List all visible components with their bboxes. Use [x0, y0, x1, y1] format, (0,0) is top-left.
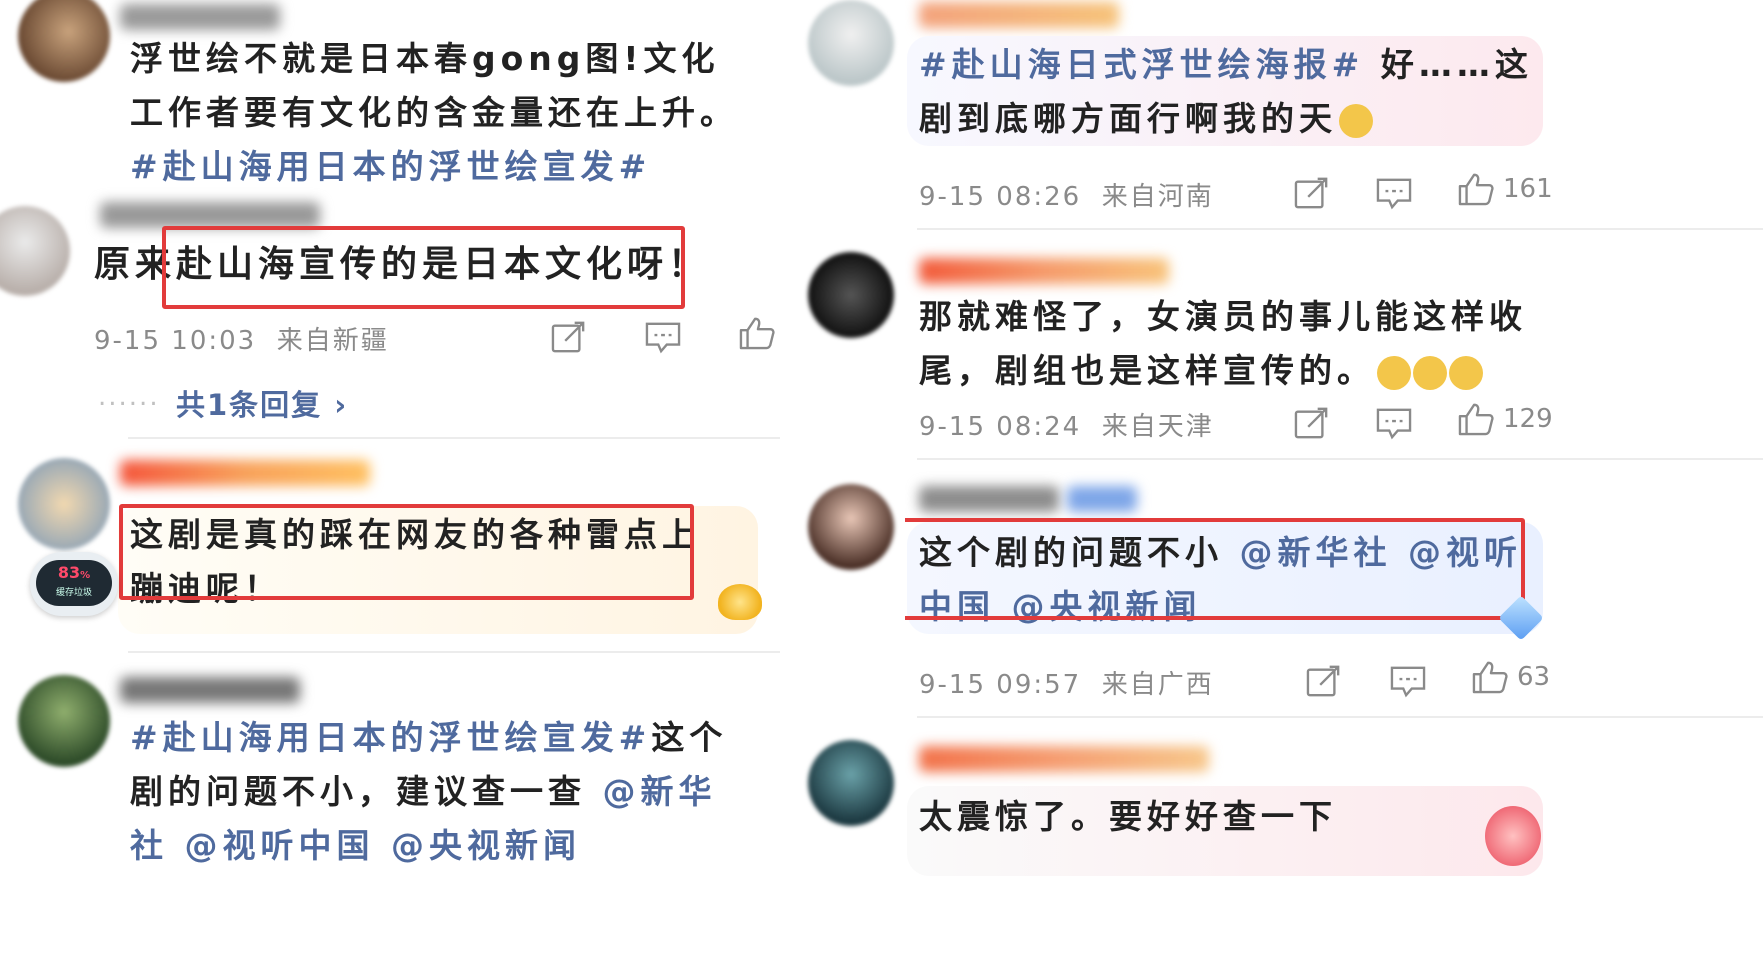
share-button[interactable]	[1293, 176, 1331, 210]
timestamp: 9-15 08:24	[919, 412, 1082, 442]
username-blurred[interactable]	[919, 2, 1119, 28]
hashtag-link[interactable]: #赴山海日式浮世绘海报#	[919, 45, 1364, 84]
like-icon	[1471, 660, 1509, 694]
comment-text: 浮世绘不就是日本春gong图!文化工作者要有文化的含金量还在上升。 #赴山海用日本…	[130, 32, 750, 194]
comment-button[interactable]	[1389, 664, 1427, 698]
share-button[interactable]	[550, 320, 588, 354]
avatar[interactable]	[808, 252, 894, 338]
avatar[interactable]	[808, 740, 894, 826]
reply-dots: ......	[98, 382, 160, 412]
comment-icon	[644, 320, 682, 354]
divider	[917, 458, 1763, 460]
timestamp: 9-15 09:57	[919, 670, 1082, 700]
comment-text: 那就难怪了，女演员的事儿能这样收尾，剧组也是这样宣传的。	[919, 290, 1555, 398]
comment-item: 太震惊了。要好好查一下	[905, 720, 1763, 973]
username-blurred[interactable]	[120, 460, 370, 486]
comment-item: #赴山海日式浮世绘海报# 好……这剧到底哪方面行啊我的天 9-15 08:26 …	[905, 0, 1763, 230]
avatar[interactable]	[18, 675, 110, 767]
like-button[interactable]	[738, 316, 776, 350]
timestamp: 9-15 08:26	[919, 182, 1082, 212]
avatar[interactable]	[808, 0, 894, 86]
username-blurred[interactable]	[919, 486, 1059, 512]
comment-item: 原来赴山海宣传的是日本文化呀！ 9-15 10:03 来自新疆 ...... 共…	[0, 202, 880, 441]
comment-button[interactable]	[1375, 176, 1413, 210]
like-count: 161	[1503, 174, 1553, 204]
comment-item: #赴山海用日本的浮世绘宣发#这个剧的问题不小，建议查一查 @新华社 @视听中国 …	[0, 655, 880, 973]
comment-text: 太震惊了。要好好查一下	[919, 797, 1337, 836]
comment-meta: 9-15 08:24 来自天津	[919, 406, 1214, 443]
divider	[128, 651, 780, 653]
divider	[917, 716, 1763, 718]
facepalm-emoji-icon	[1339, 103, 1373, 138]
highlight-box	[905, 518, 1525, 620]
username-blurred[interactable]	[100, 202, 320, 228]
comment-body: 浮世绘不就是日本春gong图!文化工作者要有文化的含金量还在上升。	[130, 39, 738, 132]
like-count: 63	[1517, 662, 1551, 692]
like-button[interactable]: 161	[1457, 172, 1553, 206]
username-blurred[interactable]	[120, 677, 300, 703]
like-button[interactable]: 63	[1471, 660, 1550, 694]
comment-icon	[1375, 406, 1413, 440]
doge-emoji-icon	[1449, 355, 1483, 390]
location: 来自广西	[1101, 670, 1214, 700]
badge-value: 83	[57, 563, 81, 582]
avatar[interactable]	[18, 458, 110, 550]
hashtag-link[interactable]: #赴山海用日本的浮世绘宣发#	[130, 718, 651, 757]
comment-text: #赴山海日式浮世绘海报# 好……这剧到底哪方面行啊我的天	[919, 38, 1539, 146]
like-icon	[1457, 402, 1495, 436]
comment-button[interactable]	[644, 320, 682, 354]
comment-text: #赴山海用日本的浮世绘宣发#这个剧的问题不小，建议查一查 @新华社 @视听中国 …	[130, 711, 750, 873]
hashtag-link[interactable]: #赴山海用日本的浮世绘宣发#	[130, 147, 651, 186]
right-comment-panel: #赴山海日式浮世绘海报# 好……这剧到底哪方面行啊我的天 9-15 08:26 …	[905, 0, 1763, 973]
left-comment-panel: 浮世绘不就是日本春gong图!文化工作者要有文化的含金量还在上升。 #赴山海用日本…	[0, 0, 880, 973]
avatar[interactable]	[0, 206, 70, 296]
comment-button[interactable]	[1375, 406, 1413, 440]
share-icon	[1305, 664, 1343, 698]
comment-icon	[1375, 176, 1413, 210]
location: 来自天津	[1101, 412, 1214, 442]
comment-item: 那就难怪了，女演员的事儿能这样收尾，剧组也是这样宣传的。 9-15 08:24 …	[905, 232, 1763, 460]
username-blurred[interactable]	[919, 258, 1169, 284]
badge-label: 缓存垃圾	[55, 588, 92, 598]
view-replies-link[interactable]: 共1条回复 ›	[176, 382, 348, 424]
username-blurred[interactable]	[919, 746, 1209, 772]
comment-meta: 9-15 08:26 来自河南	[919, 176, 1214, 213]
like-icon	[738, 316, 776, 350]
avatar[interactable]	[18, 0, 110, 82]
decoration-icon	[1485, 806, 1541, 866]
share-icon	[1293, 176, 1331, 210]
divider	[128, 437, 780, 439]
comment-meta: 9-15 09:57 来自广西	[919, 664, 1214, 701]
like-button[interactable]: 129	[1457, 402, 1553, 436]
reply-row: ......	[98, 382, 160, 412]
doge-emoji-icon	[1377, 355, 1411, 390]
like-icon	[1457, 172, 1495, 206]
like-count: 129	[1503, 404, 1553, 434]
badge-unit: %	[80, 570, 91, 581]
share-icon	[1293, 406, 1331, 440]
location: 来自河南	[1101, 182, 1214, 212]
doge-emoji-icon	[1413, 355, 1447, 390]
share-button[interactable]	[1305, 664, 1343, 698]
share-icon	[550, 320, 588, 354]
avatar[interactable]	[808, 484, 894, 570]
highlight-box	[162, 226, 685, 309]
highlight-box	[119, 504, 694, 600]
comment-icon	[1389, 664, 1427, 698]
user-badge-blurred	[1067, 486, 1137, 512]
timestamp: 9-15 10:03	[94, 326, 257, 356]
medal-icon	[718, 584, 762, 620]
location: 来自新疆	[276, 326, 389, 356]
comment-item: 这个剧的问题不小 @新华社 @视听中国 @央视新闻 9-15 09:57 来自广…	[905, 462, 1763, 720]
cleanup-badge[interactable]: 83% 缓存垃圾	[30, 552, 118, 616]
comment-item: 浮世绘不就是日本春gong图!文化工作者要有文化的含金量还在上升。 #赴山海用日本…	[0, 0, 880, 206]
divider	[917, 228, 1763, 230]
comment-meta: 9-15 10:03 来自新疆	[94, 320, 389, 357]
username-blurred[interactable]	[120, 4, 280, 30]
share-button[interactable]	[1293, 406, 1331, 440]
comment-item: 这剧是真的踩在网友的各种雷点上蹦迪呢！ 83% 缓存垃圾	[0, 440, 880, 655]
